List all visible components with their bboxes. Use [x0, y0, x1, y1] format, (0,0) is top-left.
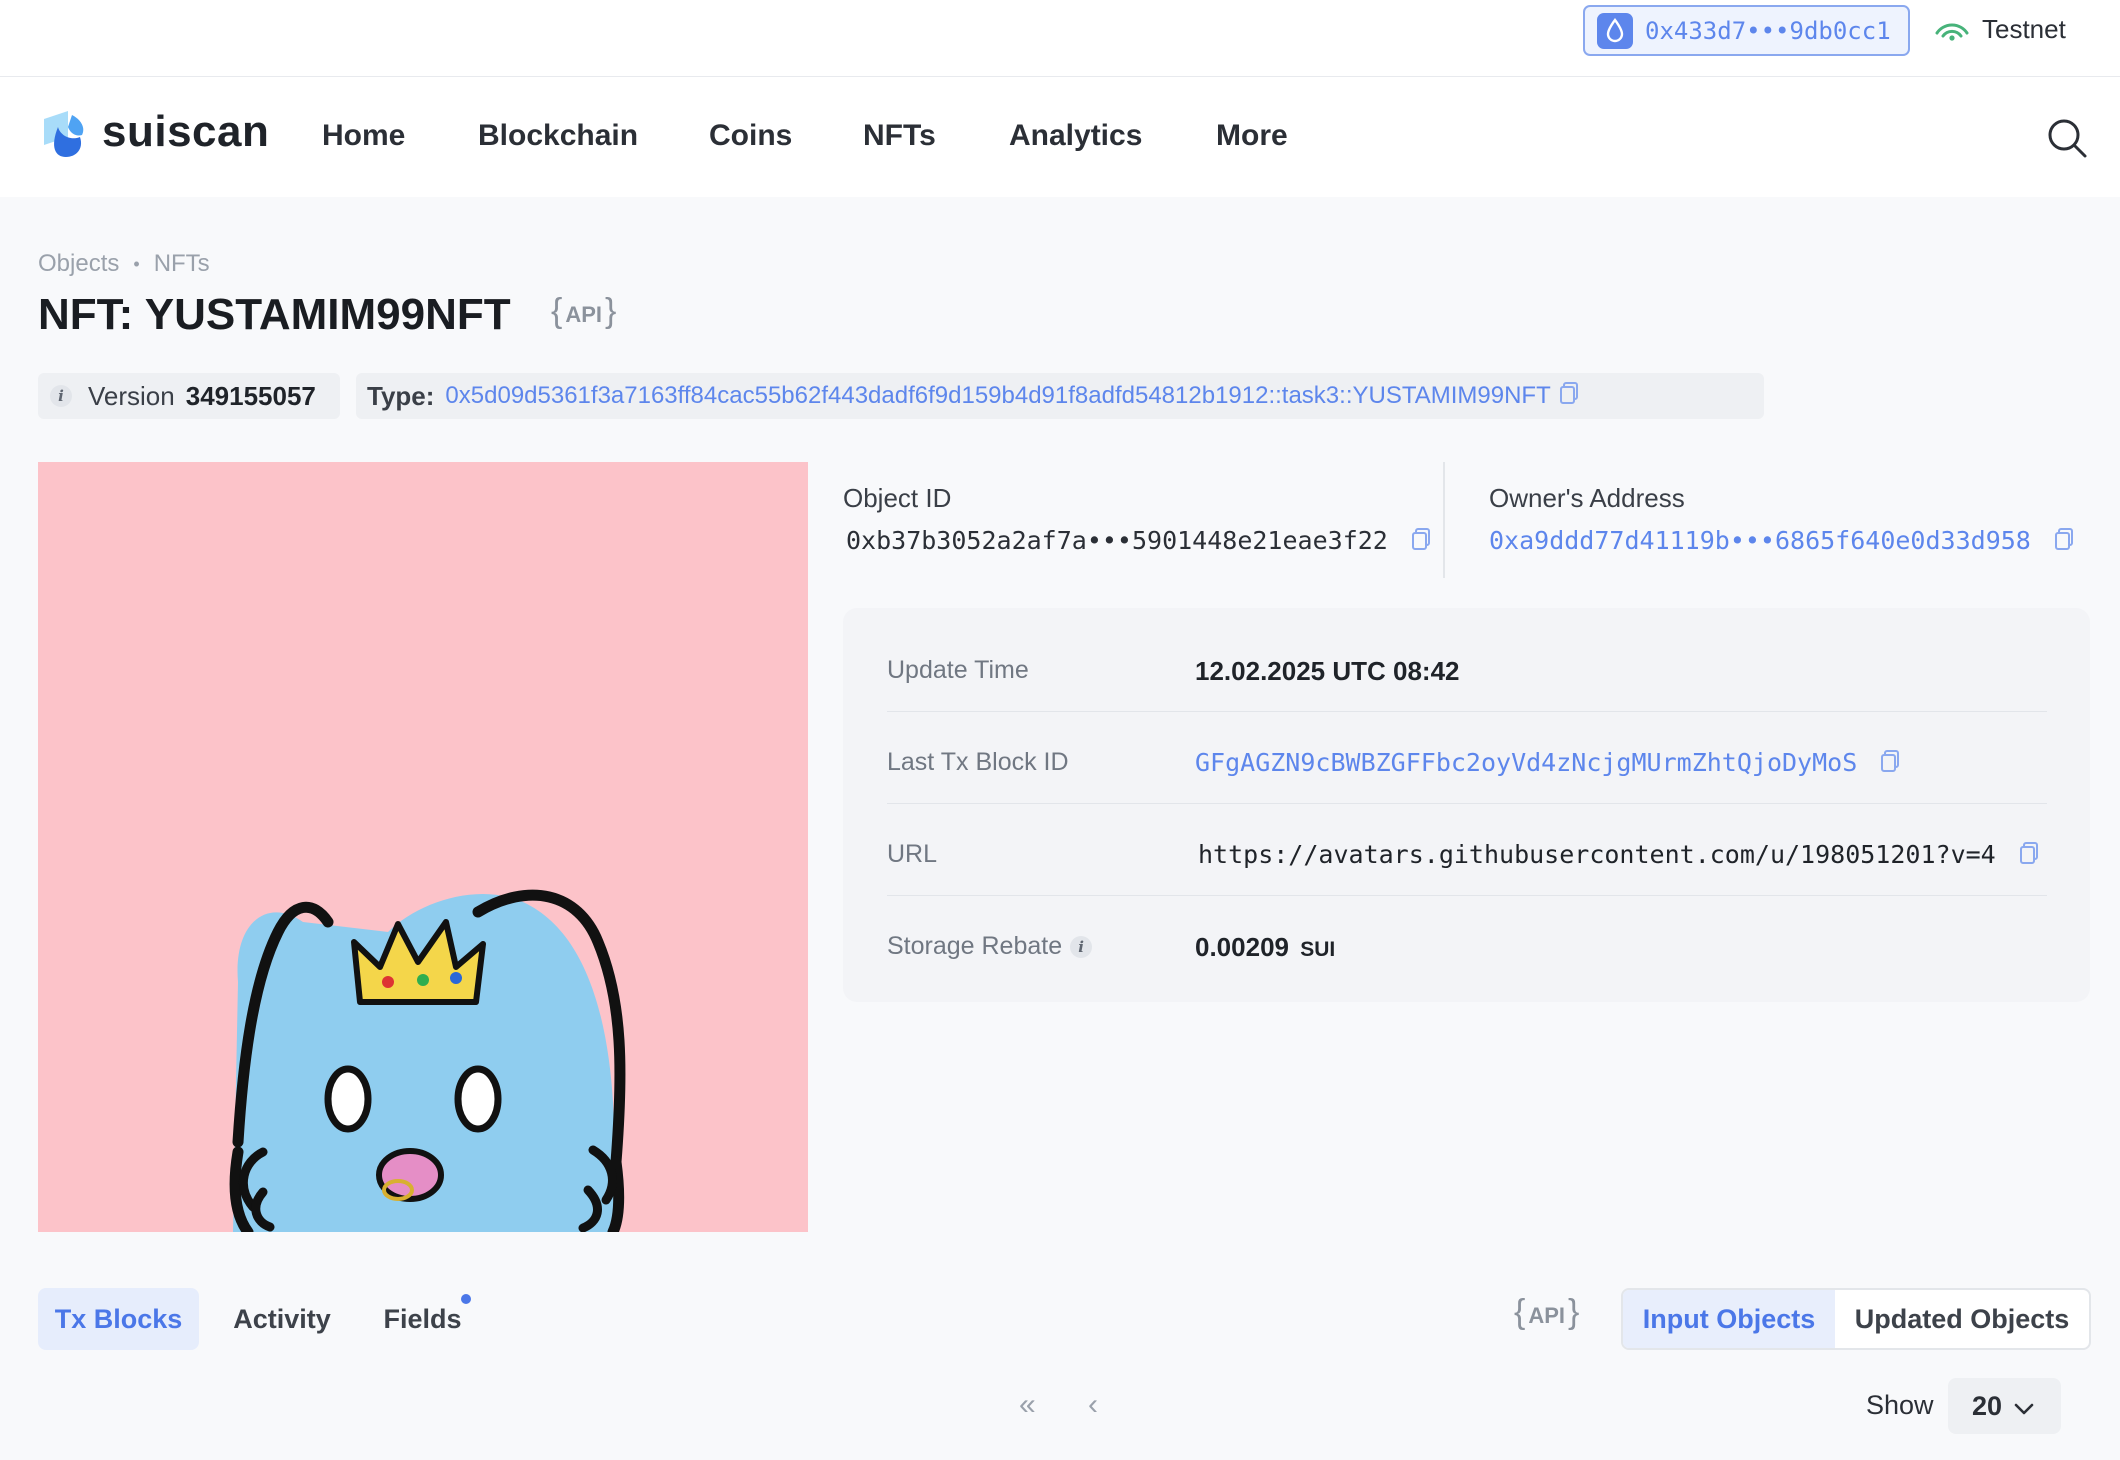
row-divider	[887, 895, 2047, 896]
last-tx-value: GFgAGZN9cBWBZGFFbc2oyVd4zNcjgMUrmZhtQjoD…	[1195, 748, 1900, 779]
segment-updated-objects[interactable]: Updated Objects	[1835, 1290, 2089, 1348]
show-label: Show	[1866, 1390, 1934, 1420]
copy-icon[interactable]	[2019, 841, 2039, 871]
copy-icon[interactable]	[1411, 527, 1431, 557]
owner-address-link[interactable]: 0xa9ddd77d41119b•••6865f640e0d33d958	[1489, 526, 2031, 555]
api-badge[interactable]: {API}	[1514, 1293, 1579, 1332]
url-label: URL	[887, 840, 938, 868]
info-icon[interactable]: i	[1070, 935, 1093, 958]
nav-home[interactable]: Home	[322, 119, 405, 153]
breadcrumb-objects[interactable]: Objects	[38, 250, 119, 278]
info-icon[interactable]: i	[50, 385, 72, 407]
details-card: Update Time 12.02.2025 UTC 08:42 Last Tx…	[843, 608, 2090, 1002]
version-value: 349155057	[185, 380, 316, 411]
tab-fields[interactable]: Fields	[370, 1288, 475, 1350]
storage-rebate-row: Storage Rebate i 0.00209 SUI	[887, 920, 2047, 1012]
first-page-button[interactable]: «	[1019, 1388, 1036, 1422]
main-nav: suiscan Home Blockchain Coins NFTs Analy…	[0, 77, 2120, 197]
copy-icon[interactable]	[2054, 527, 2074, 557]
url-value: https://avatars.githubusercontent.com/u/…	[1198, 840, 2039, 871]
sui-drop-icon	[1597, 12, 1633, 49]
network-selector[interactable]: Testnet	[1934, 14, 2066, 45]
copy-icon[interactable]	[1880, 749, 1900, 779]
storage-rebate-value: 0.00209 SUI	[1195, 932, 1335, 963]
search-icon[interactable]	[2046, 117, 2088, 164]
owner-address: 0xa9ddd77d41119b•••6865f640e0d33d958	[1489, 526, 2074, 557]
row-divider	[887, 711, 2047, 712]
object-id-value: 0xb37b3052a2af7a•••5901448e21eae3f22	[846, 526, 1431, 557]
breadcrumb-nfts[interactable]: NFTs	[154, 250, 210, 278]
type-pill: Type: 0x5d09d5361f3a7163ff84cac55b62f443…	[356, 373, 1764, 419]
row-divider	[887, 803, 2047, 804]
url-row: URL https://avatars.githubusercontent.co…	[887, 828, 2047, 920]
top-bar: 0x433d7•••9db0cc1 Testnet	[0, 0, 2120, 77]
storage-rebate-unit: SUI	[1300, 938, 1336, 961]
network-label: Testnet	[1982, 14, 2066, 44]
nav-nfts[interactable]: NFTs	[863, 119, 936, 153]
version-label: Version	[88, 380, 175, 411]
storage-rebate-amount: 0.00209	[1195, 932, 1289, 962]
prev-page-button[interactable]: ‹	[1088, 1388, 1098, 1422]
breadcrumb-separator: •	[133, 253, 140, 274]
page-size-select[interactable]: 20	[1948, 1378, 2061, 1434]
objects-segmented-control: Input Objects Updated Objects	[1621, 1288, 2091, 1350]
suiscan-logo[interactable]: suiscan	[38, 105, 269, 159]
api-badge[interactable]: {API}	[551, 292, 616, 331]
object-id-label: Object ID	[843, 483, 952, 513]
nft-image[interactable]	[38, 462, 808, 1232]
page-title: NFT: YUSTAMIM99NFT	[38, 290, 511, 339]
nav-more[interactable]: More	[1216, 119, 1288, 153]
logo-text: suiscan	[102, 107, 270, 156]
logo-icon	[44, 111, 84, 157]
copy-icon[interactable]	[1559, 381, 1579, 412]
object-id-text: 0xb37b3052a2af7a•••5901448e21eae3f22	[846, 526, 1388, 555]
notification-dot	[461, 1294, 471, 1304]
owner-label: Owner's Address	[1489, 483, 1685, 513]
wallet-address: 0x433d7•••9db0cc1	[1645, 16, 1891, 45]
last-tx-label: Last Tx Block ID	[887, 748, 1069, 776]
tab-tx-blocks[interactable]: Tx Blocks	[38, 1288, 199, 1350]
segment-input-objects[interactable]: Input Objects	[1623, 1290, 1835, 1348]
wallet-button[interactable]: 0x433d7•••9db0cc1	[1583, 5, 1910, 56]
nav-blockchain[interactable]: Blockchain	[478, 119, 638, 153]
last-tx-row: Last Tx Block ID GFgAGZN9cBWBZGFFbc2oyVd…	[887, 736, 2047, 828]
tab-activity[interactable]: Activity	[222, 1288, 342, 1350]
type-label: Type:	[367, 380, 435, 411]
breadcrumb: Objects • NFTs	[38, 250, 210, 278]
update-time-row: Update Time 12.02.2025 UTC 08:42	[887, 644, 2047, 736]
nav-coins[interactable]: Coins	[709, 119, 792, 153]
type-value[interactable]: 0x5d09d5361f3a7163ff84cac55b62f443dadf6f…	[445, 382, 1550, 410]
storage-rebate-label-wrap: Storage Rebate i	[887, 932, 1093, 961]
update-time-value: 12.02.2025 UTC 08:42	[1195, 656, 1460, 686]
last-tx-link[interactable]: GFgAGZN9cBWBZGFFbc2oyVd4zNcjgMUrmZhtQjoD…	[1195, 748, 1857, 777]
update-time-label: Update Time	[887, 656, 1029, 684]
chevron-down-icon	[2014, 1391, 2034, 1422]
divider	[1443, 462, 1445, 578]
nft-cat-illustration	[229, 889, 626, 1232]
page-size-value: 20	[1972, 1390, 2003, 1421]
signal-icon	[1935, 23, 1969, 41]
nav-analytics[interactable]: Analytics	[1009, 119, 1142, 153]
storage-rebate-label: Storage Rebate	[887, 932, 1063, 960]
version-pill: i Version 349155057	[38, 373, 340, 419]
url-text[interactable]: https://avatars.githubusercontent.com/u/…	[1198, 840, 1996, 869]
